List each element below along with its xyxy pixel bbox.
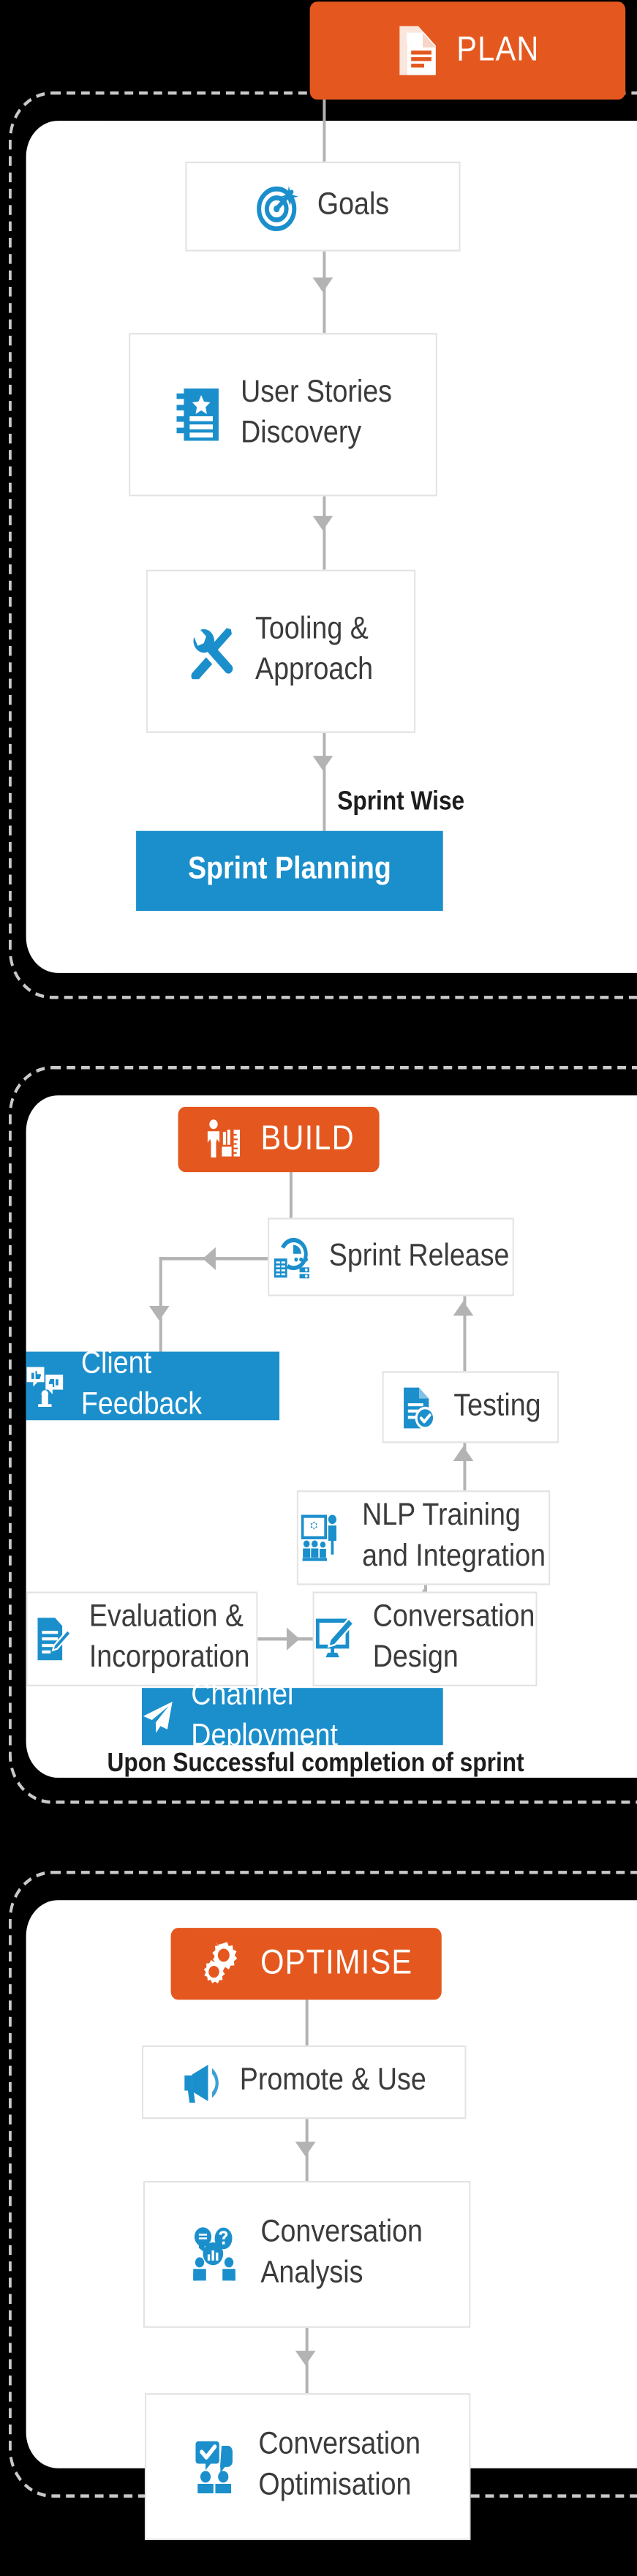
arrowhead-down bbox=[312, 516, 333, 531]
arrowhead-right bbox=[286, 1627, 300, 1651]
node-client-feedback[interactable]: Client Feedback bbox=[26, 1348, 280, 1422]
megaphone-icon bbox=[182, 2061, 222, 2103]
node-promote-use[interactable]: Promote & Use bbox=[141, 2045, 467, 2119]
node-conversation-analysis[interactable]: Conversation Analysis bbox=[143, 2181, 471, 2328]
notebook-star-icon bbox=[174, 386, 223, 444]
target-icon bbox=[257, 182, 300, 231]
node-channel-deployment[interactable]: Channel Deployment bbox=[141, 1678, 443, 1752]
node-label: Testing bbox=[453, 1389, 541, 1423]
arrowhead-down bbox=[295, 2141, 316, 2157]
document-check-icon bbox=[400, 1385, 436, 1429]
node-label: Channel Deployment bbox=[191, 1678, 339, 1753]
arrowhead-down bbox=[312, 277, 333, 293]
caption-upon-successful-completion: Upon Successful completion of sprint bbox=[107, 1749, 524, 1778]
stage-label: PLAN bbox=[456, 31, 540, 69]
node-label: Sprint Release bbox=[328, 1238, 510, 1273]
document-pencil-icon bbox=[34, 1616, 72, 1661]
paper-plane-icon bbox=[142, 1699, 174, 1735]
arrowhead-down bbox=[312, 756, 333, 771]
node-conversation-optimisation[interactable]: Conversation Optimisation bbox=[144, 2393, 471, 2540]
caption-sprint-wise: Sprint Wise bbox=[337, 788, 465, 816]
arrowhead-up bbox=[453, 1301, 474, 1316]
connector-release-to-feedback-vertical bbox=[159, 1257, 162, 1352]
node-label: Conversation Analysis bbox=[260, 2215, 423, 2291]
training-board-icon bbox=[301, 1513, 344, 1562]
stage-label: OPTIMISE bbox=[260, 1944, 413, 1982]
node-nlp-training-integration[interactable]: NLP Training and Integration bbox=[296, 1490, 551, 1585]
node-sprint-planning[interactable]: Sprint Planning bbox=[136, 830, 443, 912]
gears-icon bbox=[200, 1939, 243, 1989]
connector-plan-to-goals bbox=[323, 99, 325, 162]
stage-header-build[interactable]: BUILD bbox=[178, 1106, 380, 1173]
node-label: User Stories Discovery bbox=[241, 375, 392, 451]
node-conversation-design[interactable]: Conversation Design bbox=[312, 1591, 538, 1686]
node-user-stories-discovery[interactable]: User Stories Discovery bbox=[129, 333, 437, 497]
chat-analytics-icon bbox=[191, 2227, 243, 2283]
node-tooling-approach[interactable]: Tooling & Approach bbox=[146, 569, 416, 733]
node-goals[interactable]: Goals bbox=[185, 161, 461, 252]
node-label: Client Feedback bbox=[80, 1347, 203, 1422]
node-label: Sprint Planning bbox=[187, 852, 391, 887]
connector-user-stories-to-tooling bbox=[323, 496, 325, 570]
node-label: Tooling & Approach bbox=[255, 612, 374, 688]
server-deploy-icon bbox=[273, 1235, 312, 1279]
process-diagram: PLAN Goals User Stories Discovery Toolin… bbox=[0, 0, 637, 2576]
tools-icon bbox=[189, 623, 238, 680]
chat-check-people-icon bbox=[195, 2439, 241, 2495]
node-label: Promote & Use bbox=[239, 2063, 426, 2098]
thumbs-feedback-icon bbox=[26, 1364, 64, 1407]
node-label: Conversation Optimisation bbox=[258, 2427, 421, 2503]
connector-build-to-sprint-release bbox=[289, 1172, 293, 1218]
document-icon bbox=[396, 23, 439, 78]
arrowhead-up bbox=[453, 1446, 474, 1462]
node-testing[interactable]: Testing bbox=[382, 1371, 559, 1443]
node-label: Conversation Design bbox=[372, 1600, 535, 1675]
stage-header-plan[interactable]: PLAN bbox=[309, 1, 626, 100]
node-sprint-release[interactable]: Sprint Release bbox=[268, 1217, 514, 1296]
stage-label: BUILD bbox=[260, 1119, 355, 1157]
node-evaluation-incorporation[interactable]: Evaluation & Incorporation bbox=[26, 1591, 258, 1686]
monitor-pen-icon bbox=[314, 1616, 355, 1661]
node-label: Goals bbox=[317, 187, 390, 222]
arrowhead-down bbox=[148, 1306, 170, 1321]
arrowhead-left bbox=[203, 1247, 216, 1270]
arrowhead-down bbox=[295, 2351, 316, 2366]
connector-optimise-to-promote bbox=[305, 1999, 308, 2046]
connector-evaluation-to-design bbox=[257, 1637, 313, 1640]
node-label: Evaluation & Incorporation bbox=[88, 1600, 250, 1675]
stage-header-optimise[interactable]: OPTIMISE bbox=[170, 1928, 442, 2000]
node-label: NLP Training and Integration bbox=[362, 1499, 546, 1574]
builder-ruler-icon bbox=[203, 1118, 243, 1160]
connector-tooling-to-sprint-planning bbox=[323, 732, 325, 831]
